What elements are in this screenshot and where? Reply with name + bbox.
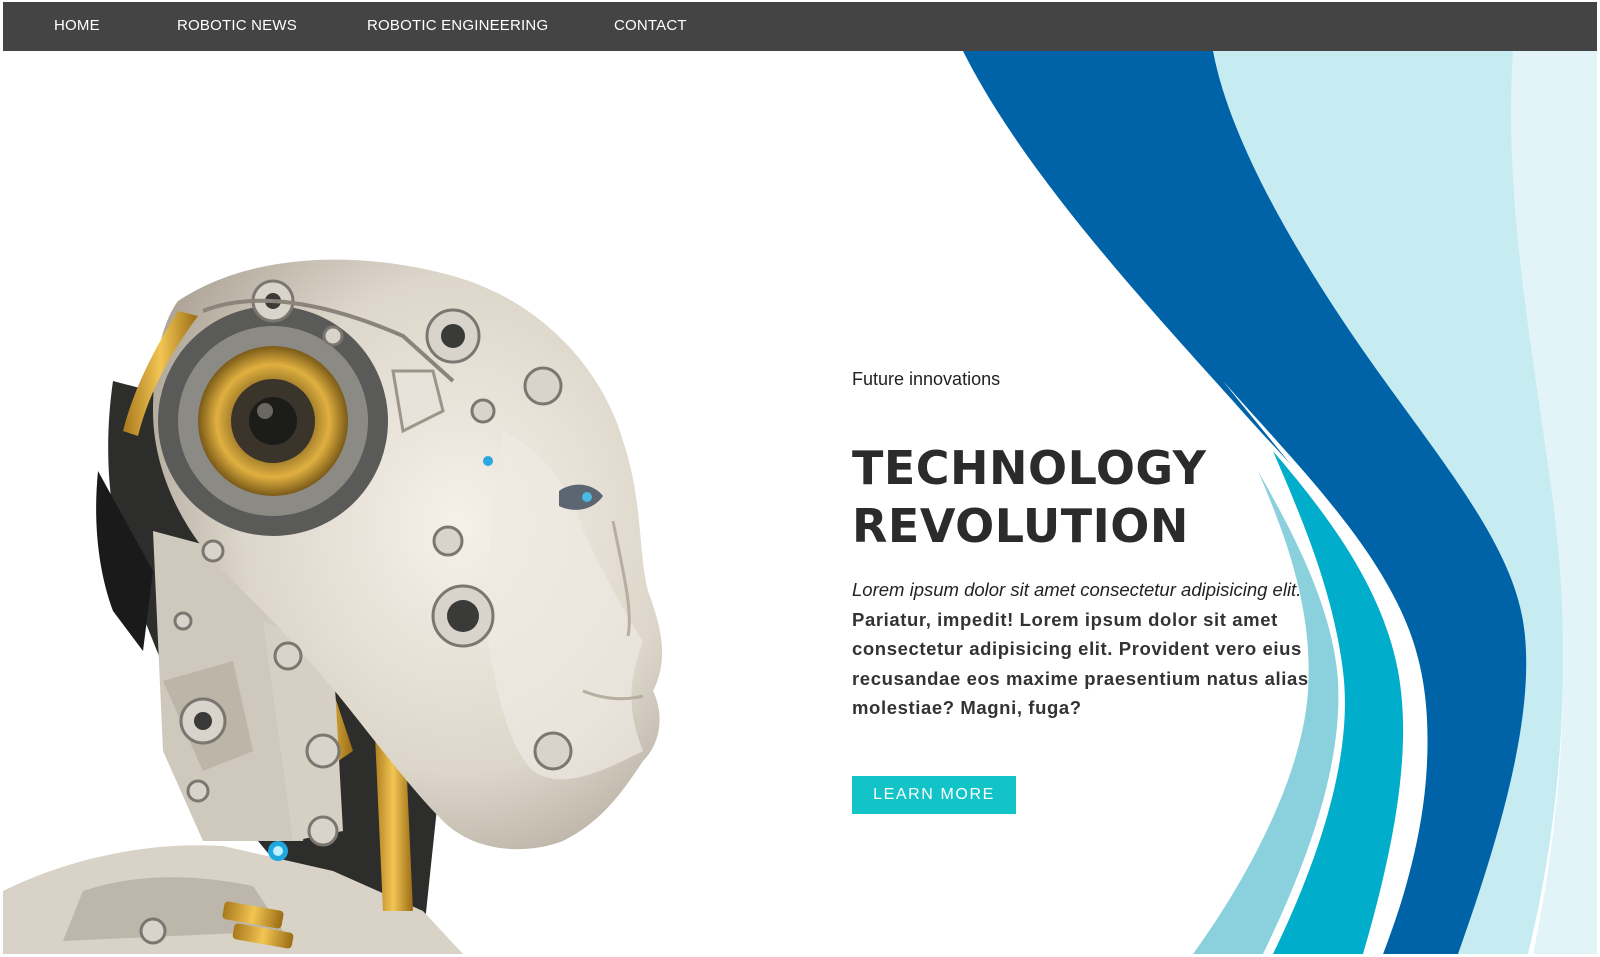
hero-body: Lorem ipsum dolor sit amet consectetur a… — [852, 575, 1312, 723]
hero-section: Future innovations TECHNOLOGY REVOLUTION… — [3, 51, 1597, 954]
hero-headline: TECHNOLOGY REVOLUTION — [852, 439, 1312, 555]
hero-body-main: Pariatur, impedit! Lorem ipsum dolor sit… — [852, 608, 1309, 719]
hero-body-italic: Lorem ipsum dolor sit amet consectetur a… — [852, 579, 1302, 600]
page-frame: HOME ROBOTIC NEWS ROBOTIC ENGINEERING CO… — [3, 2, 1597, 954]
headline-line-1: TECHNOLOGY — [852, 441, 1207, 495]
nav-home[interactable]: HOME — [54, 17, 100, 34]
robot-head-image — [3, 259, 663, 954]
top-navbar: HOME ROBOTIC NEWS ROBOTIC ENGINEERING CO… — [3, 2, 1597, 51]
hero-eyebrow: Future innovations — [852, 369, 1001, 389]
nav-contact[interactable]: CONTACT — [614, 17, 687, 34]
headline-line-2: REVOLUTION — [852, 499, 1189, 553]
hero-text-block: Future innovations TECHNOLOGY REVOLUTION… — [852, 369, 1312, 723]
learn-more-button[interactable]: LEARN MORE — [852, 776, 1016, 814]
nav-robotic-news[interactable]: ROBOTIC NEWS — [177, 17, 297, 34]
nav-robotic-engineering[interactable]: ROBOTIC ENGINEERING — [367, 17, 548, 34]
